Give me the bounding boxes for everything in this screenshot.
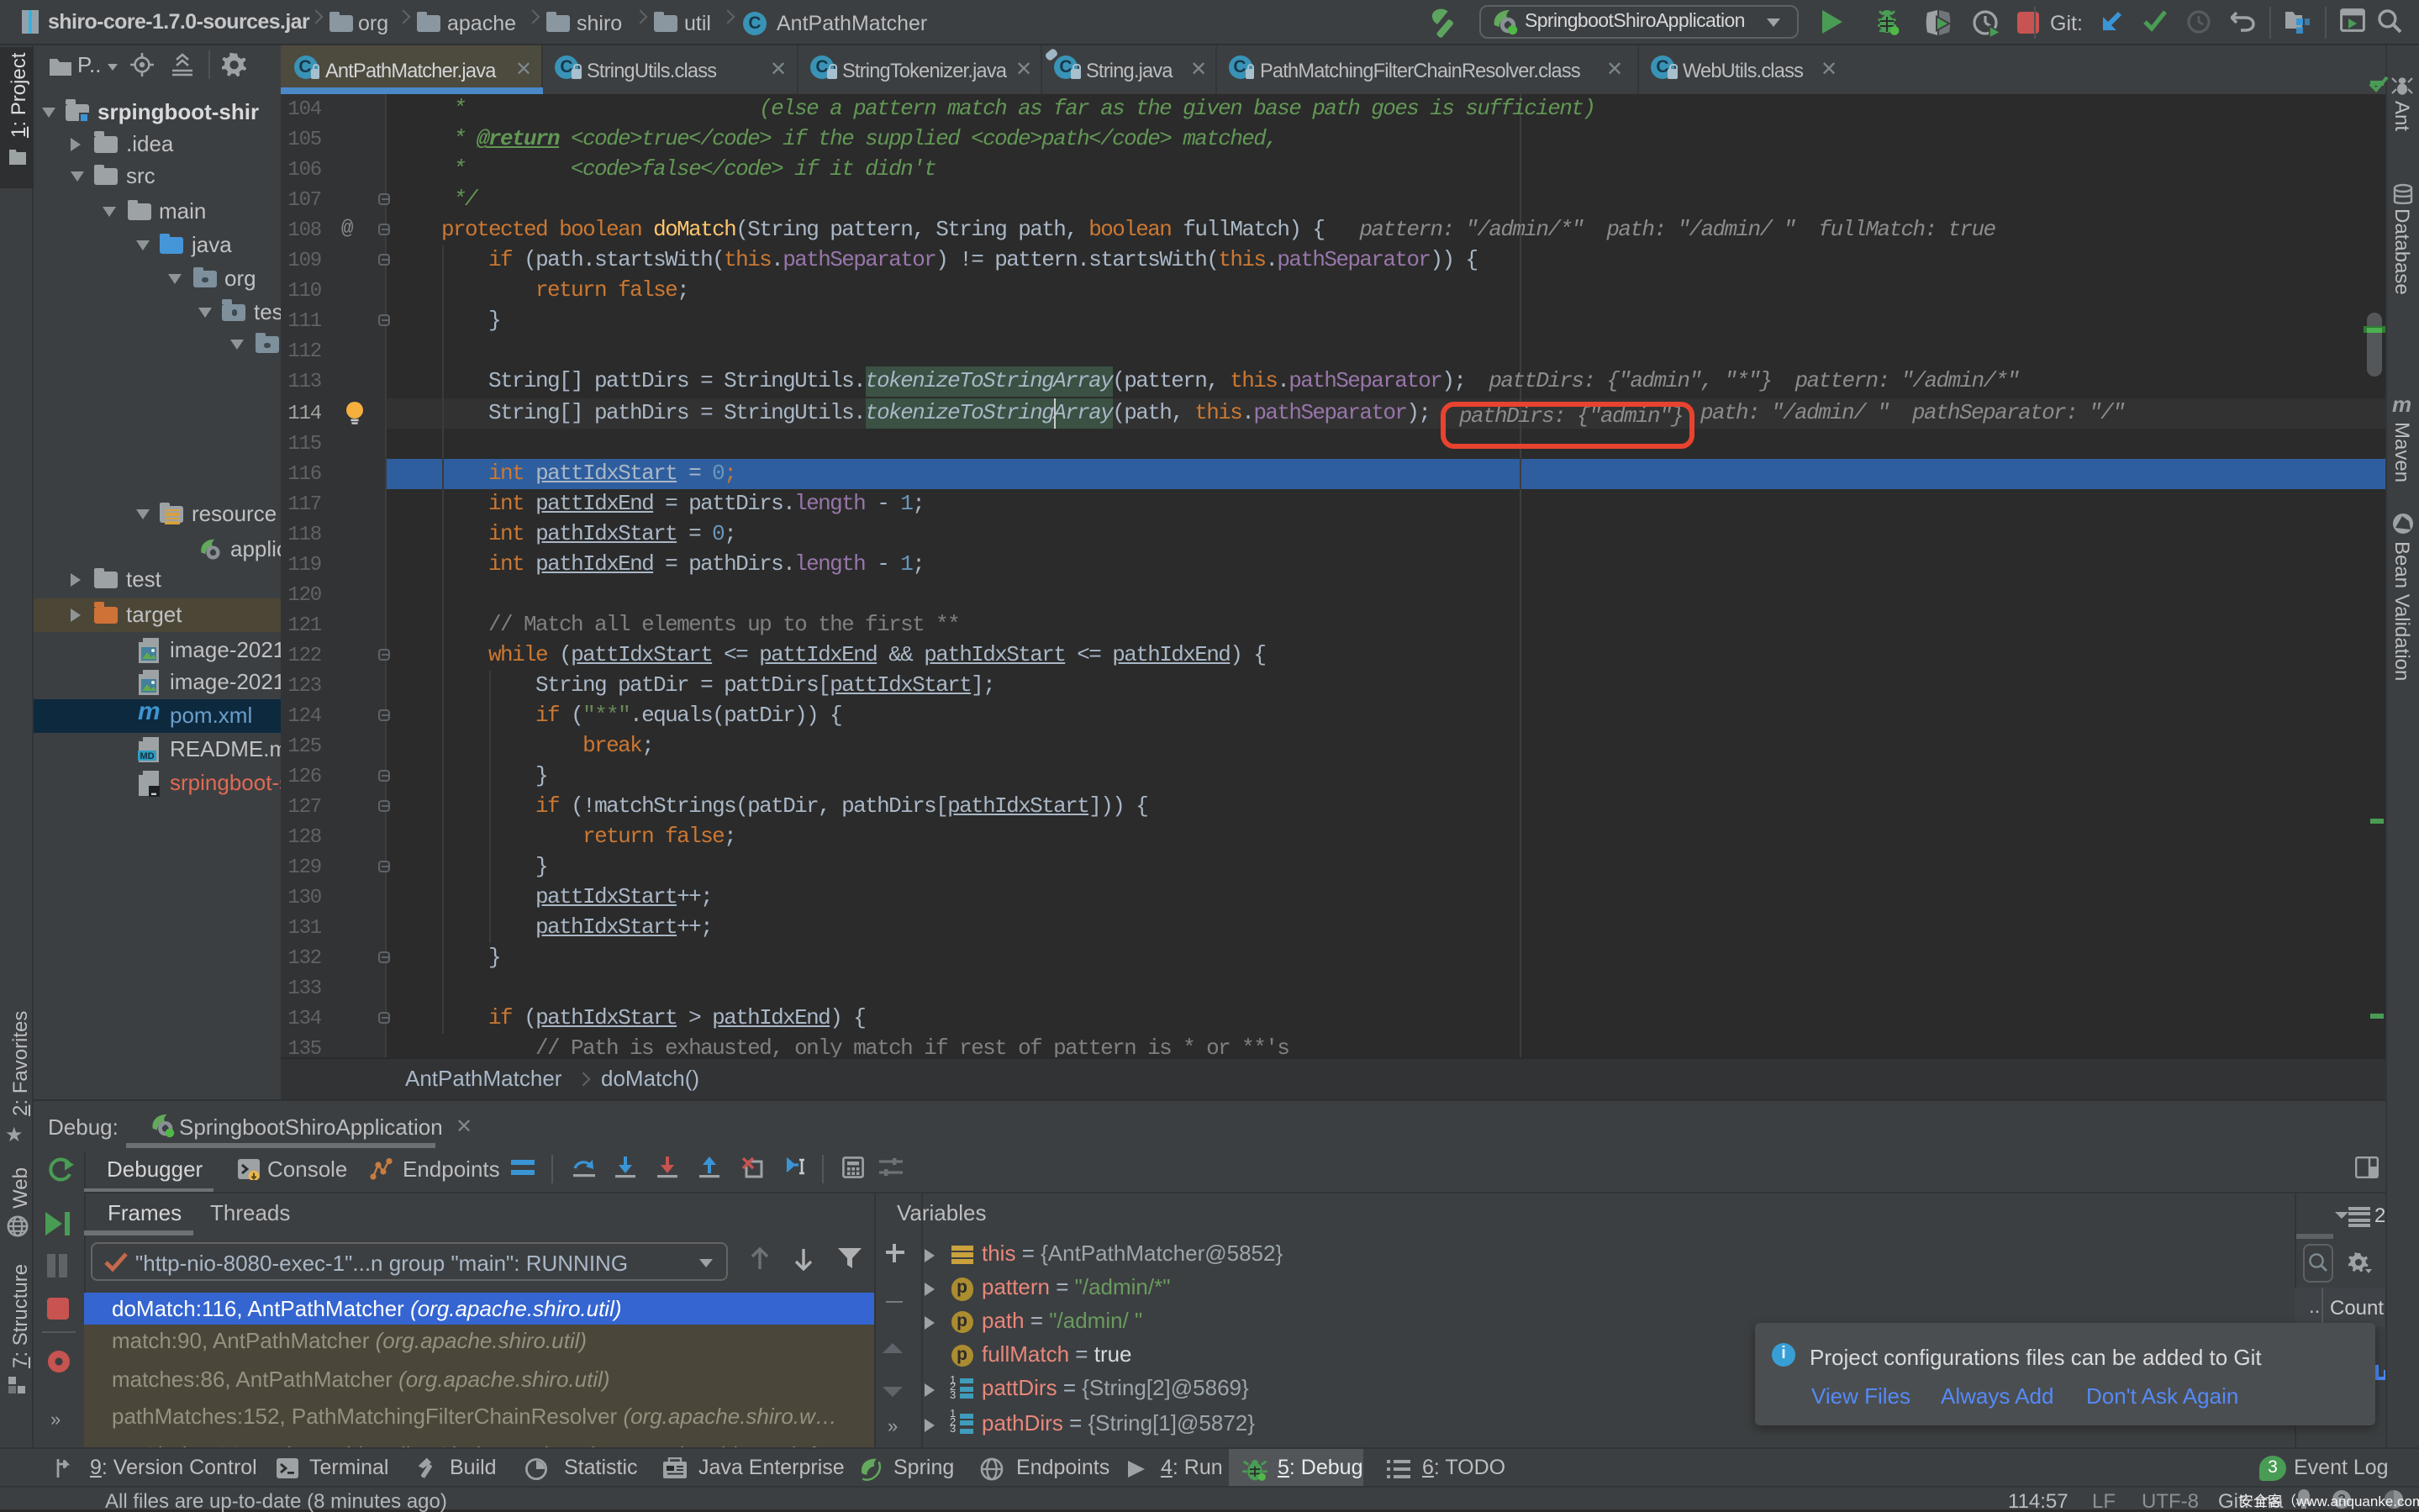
svg-text:MD: MD (140, 751, 154, 761)
